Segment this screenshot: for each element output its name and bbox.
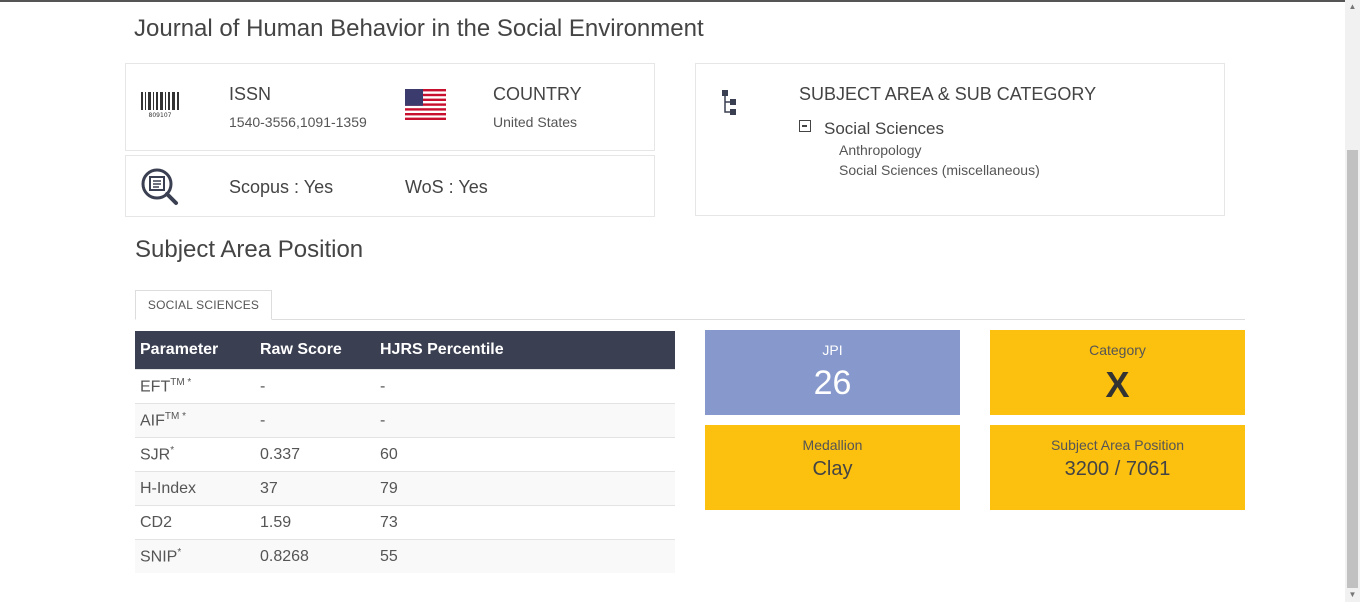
raw-score: 0.8268	[255, 539, 375, 573]
issn-country-card: 809107 ISSN 1540-3556,1091-1359 COUNTRY …	[125, 63, 655, 151]
table-row: AIFTM * - -	[135, 403, 675, 438]
parameter-name: SJR*	[135, 437, 255, 472]
parameter-label: H-Index	[140, 479, 197, 497]
raw-score: 0.337	[255, 437, 375, 472]
scopus-status: Scopus : Yes	[229, 177, 334, 197]
table-header-row: Parameter Raw Score HJRS Percentile	[135, 331, 675, 370]
tree-icon	[722, 90, 736, 115]
hjrs-percentile: -	[375, 403, 675, 438]
parameter-superscript: *	[177, 546, 182, 558]
barcode-icon: 809107	[141, 92, 179, 118]
tab-divider	[135, 319, 1245, 320]
tab-social-sciences[interactable]: SOCIAL SCIENCES	[135, 290, 272, 320]
parameter-name: SNIP*	[135, 539, 255, 573]
subject-area-card: SUBJECT AREA & SUB CATEGORY Social Scien…	[695, 63, 1225, 216]
parameter-label: AIF	[140, 412, 165, 430]
hjrs-percentile: 79	[375, 471, 675, 506]
parameter-superscript: *	[170, 444, 175, 456]
column-header: Raw Score	[255, 331, 375, 370]
subject-position-value: 3200 / 7061	[1064, 458, 1171, 480]
indexing-card: Scopus : Yes WoS : Yes	[125, 155, 655, 217]
issn-value: 1540-3556,1091-1359	[229, 114, 367, 130]
medallion-value: Clay	[812, 458, 853, 480]
top-border	[0, 0, 1345, 2]
parameter-name: EFTTM *	[135, 369, 255, 404]
hjrs-percentile: 55	[375, 539, 675, 573]
jpi-value: 26	[813, 364, 852, 402]
country-value: United States	[493, 114, 578, 130]
issn-label: ISSN	[229, 84, 272, 104]
parameter-label: EFT	[140, 378, 171, 396]
section-title: Subject Area Position	[135, 236, 364, 263]
category-value: X	[1105, 364, 1130, 405]
raw-score: 37	[255, 471, 375, 506]
parameter-label: CD2	[140, 513, 173, 531]
parameter-label: SJR	[140, 446, 171, 464]
parameter-superscript: TM *	[170, 376, 192, 388]
subject-position-card: Subject Area Position 3200 / 7061	[990, 425, 1245, 510]
jpi-card: JPI 26	[705, 330, 960, 415]
subject-position-label: Subject Area Position	[1050, 437, 1185, 453]
search-document-icon	[141, 168, 178, 205]
wos-status: WoS : Yes	[405, 177, 488, 197]
journal-title: Journal of Human Behavior in the Social …	[134, 15, 704, 42]
parameters-table: Parameter Raw Score HJRS Percentile EFTT…	[135, 331, 675, 573]
subject-area-label: SUBJECT AREA & SUB CATEGORY	[799, 84, 1097, 104]
column-header: Parameter	[135, 331, 255, 370]
table-row: SNIP* 0.8268 55	[135, 539, 675, 573]
hjrs-percentile: -	[375, 369, 675, 404]
table-row: SJR* 0.337 60	[135, 437, 675, 472]
hjrs-percentile: 73	[375, 505, 675, 540]
subject-area-name[interactable]: Social Sciences	[824, 119, 944, 139]
category-card: Category X	[990, 330, 1245, 415]
parameter-name: H-Index	[135, 471, 255, 506]
parameter-label: SNIP	[140, 548, 178, 566]
scroll-up-icon[interactable]: ▲	[1345, 0, 1360, 14]
raw-score: -	[255, 403, 375, 438]
subject-category-item[interactable]: Social Sciences (miscellaneous)	[839, 162, 1040, 178]
column-header: HJRS Percentile	[375, 331, 675, 370]
subject-category-item[interactable]: Anthropology	[839, 142, 922, 158]
scroll-down-icon[interactable]: ▼	[1345, 588, 1360, 602]
country-label: COUNTRY	[493, 84, 582, 104]
raw-score: -	[255, 369, 375, 404]
svg-text:809107: 809107	[149, 112, 172, 118]
scrollbar-thumb[interactable]	[1347, 150, 1358, 588]
hjrs-percentile: 60	[375, 437, 675, 472]
raw-score: 1.59	[255, 505, 375, 540]
us-flag-icon	[405, 89, 446, 120]
table-row: H-Index 37 79	[135, 471, 675, 506]
medallion-card: Medallion Clay	[705, 425, 960, 510]
medallion-label: Medallion	[802, 437, 863, 453]
jpi-label: JPI	[822, 342, 843, 358]
parameter-name: CD2	[135, 505, 255, 540]
table-row: CD2 1.59 73	[135, 505, 675, 540]
collapse-icon[interactable]	[799, 120, 811, 132]
table-row: EFTTM * - -	[135, 369, 675, 404]
parameter-superscript: TM *	[164, 410, 186, 422]
vertical-scrollbar[interactable]: ▲ ▼	[1345, 0, 1360, 602]
category-label: Category	[1089, 342, 1146, 358]
parameter-name: AIFTM *	[135, 403, 255, 438]
